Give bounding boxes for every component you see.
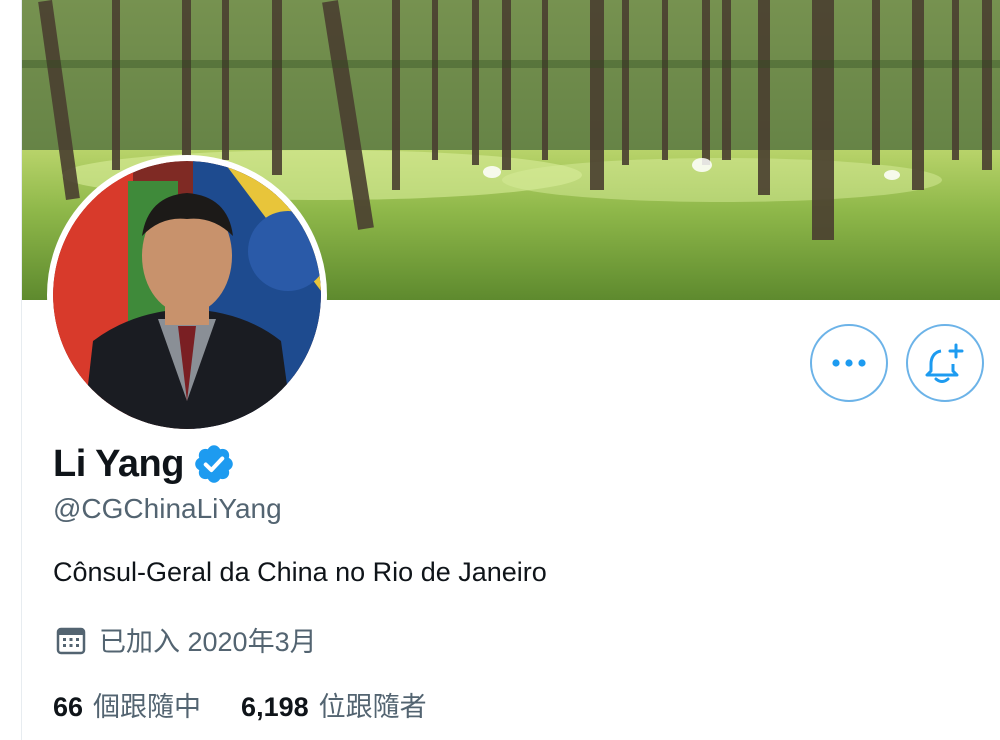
- more-icon: [832, 359, 866, 367]
- followers-label: 位跟隨者: [318, 692, 427, 722]
- profile-name-row: Li Yang: [53, 441, 236, 487]
- follow-stats: 66 個跟隨中 6,198 位跟隨者: [53, 685, 467, 724]
- calendar-icon: [56, 627, 86, 654]
- following-count: 66: [53, 692, 84, 722]
- profile-bio: Cônsul-Geral da China no Rio de Janeiro: [53, 557, 547, 587]
- turn-on-notifications-button[interactable]: [906, 324, 984, 402]
- bell-plus-icon: [925, 343, 964, 383]
- join-date-row: 已加入 2020年3月: [55, 620, 317, 659]
- following-label: 個跟隨中: [93, 692, 202, 722]
- display-name: Li Yang: [53, 442, 184, 485]
- profile-handle: @CGChinaLiYang: [53, 493, 282, 524]
- followers-count: 6,198: [241, 692, 309, 722]
- followers-link[interactable]: 6,198 位跟隨者: [241, 685, 427, 724]
- more-options-button[interactable]: [810, 324, 888, 402]
- following-link[interactable]: 66 個跟隨中: [53, 685, 201, 724]
- join-date-text: 已加入 2020年3月: [99, 627, 317, 657]
- profile-avatar[interactable]: [47, 155, 327, 435]
- verified-badge-icon[interactable]: [192, 442, 236, 486]
